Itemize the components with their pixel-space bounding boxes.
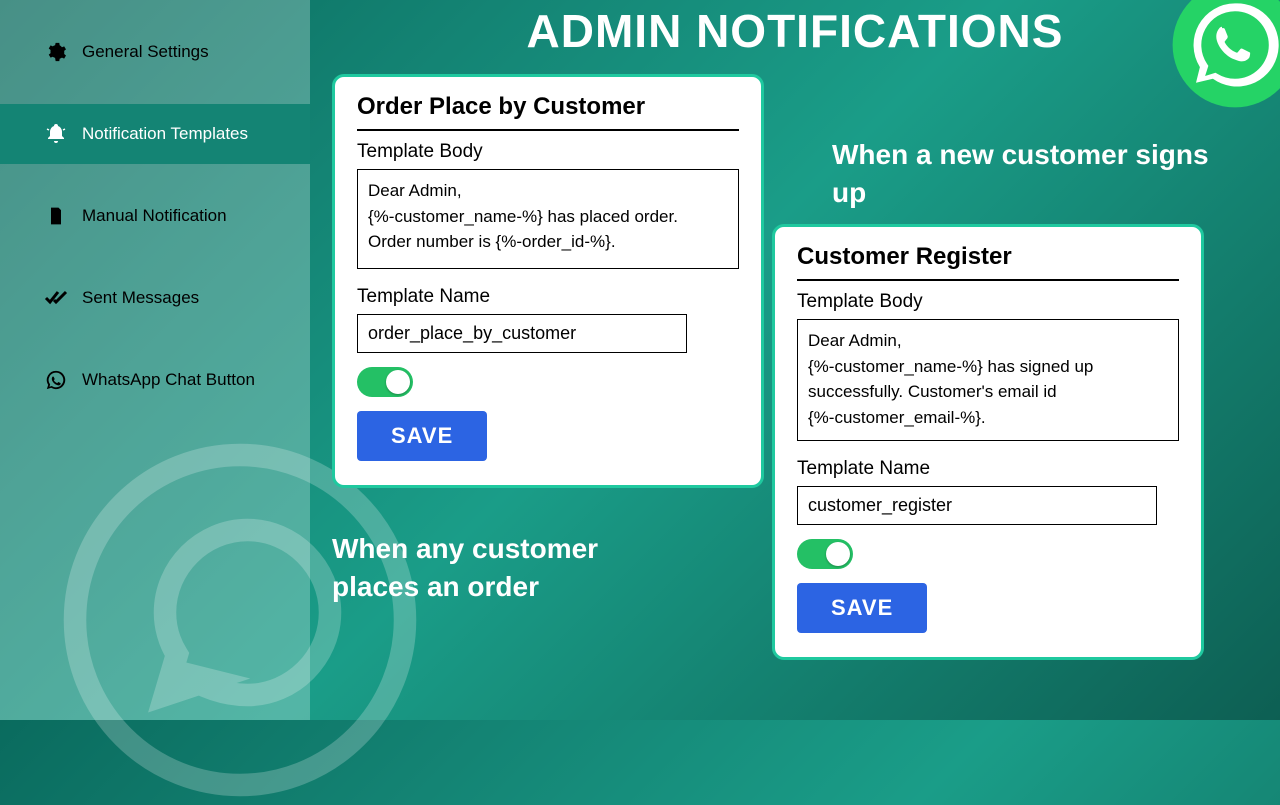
save-button[interactable]: SAVE xyxy=(357,411,487,461)
document-icon xyxy=(44,204,68,228)
card-customer-register: Customer Register Template Body Template… xyxy=(772,224,1204,660)
enable-toggle[interactable] xyxy=(357,367,413,397)
template-body-input[interactable] xyxy=(797,319,1179,441)
whatsapp-icon xyxy=(44,368,68,392)
save-button[interactable]: SAVE xyxy=(797,583,927,633)
card-title: Order Place by Customer xyxy=(357,93,739,131)
caption-order: When any customer places an order xyxy=(332,530,692,606)
whatsapp-logo-corner xyxy=(1170,0,1280,110)
template-name-label: Template Name xyxy=(357,286,739,308)
card-order-place: Order Place by Customer Template Body Te… xyxy=(332,74,764,488)
card-title: Customer Register xyxy=(797,243,1179,281)
sidebar: General Settings Notification Templates … xyxy=(0,0,310,720)
template-name-label: Template Name xyxy=(797,458,1179,480)
template-body-label: Template Body xyxy=(357,141,739,163)
main-content: ADMIN NOTIFICATIONS Order Place by Custo… xyxy=(310,0,1280,720)
double-check-icon xyxy=(44,286,68,310)
sidebar-item-general-settings[interactable]: General Settings xyxy=(0,22,310,82)
template-body-input[interactable] xyxy=(357,169,739,269)
sidebar-item-notification-templates[interactable]: Notification Templates xyxy=(0,104,310,164)
sidebar-item-whatsapp-chat-button[interactable]: WhatsApp Chat Button xyxy=(0,350,310,410)
template-name-input[interactable] xyxy=(797,486,1157,525)
sidebar-item-label: General Settings xyxy=(82,42,209,62)
template-name-input[interactable] xyxy=(357,314,687,353)
sidebar-item-sent-messages[interactable]: Sent Messages xyxy=(0,268,310,328)
sidebar-item-label: WhatsApp Chat Button xyxy=(82,370,255,390)
sidebar-item-label: Manual Notification xyxy=(82,206,227,226)
bell-icon xyxy=(44,122,68,146)
caption-register: When a new customer signs up xyxy=(832,136,1232,212)
template-body-label: Template Body xyxy=(797,291,1179,313)
gear-icon xyxy=(44,40,68,64)
page-title: ADMIN NOTIFICATIONS xyxy=(310,0,1280,58)
sidebar-item-label: Sent Messages xyxy=(82,288,199,308)
sidebar-item-label: Notification Templates xyxy=(82,124,248,144)
sidebar-item-manual-notification[interactable]: Manual Notification xyxy=(0,186,310,246)
enable-toggle[interactable] xyxy=(797,539,853,569)
